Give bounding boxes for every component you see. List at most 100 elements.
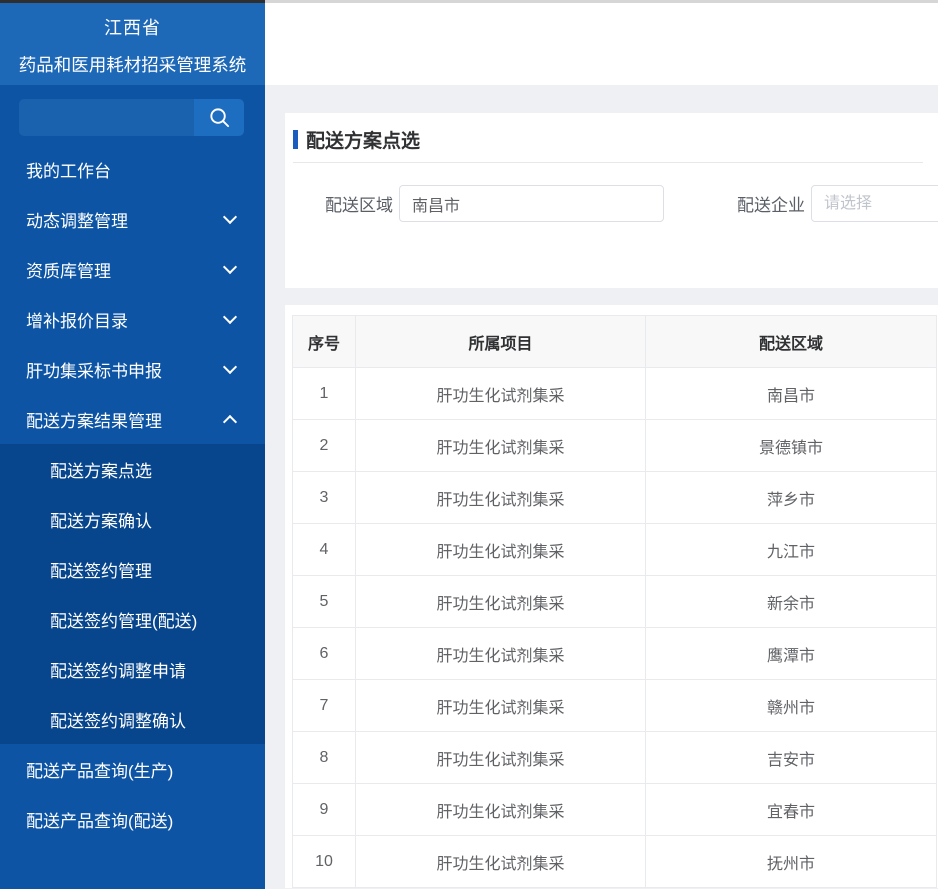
chevron-down-icon (223, 209, 237, 223)
sidebar-subitem-label: 配送签约调整确认 (50, 707, 186, 732)
sidebar-item[interactable]: 增补报价目录 (0, 294, 265, 344)
table-row[interactable]: 8肝功生化试剂集采吉安市 (293, 732, 937, 784)
table-cell: 4 (293, 524, 356, 576)
sidebar-item-label: 配送方案结果管理 (26, 407, 162, 432)
main-area: 配送方案点选 配送区域 配送企业 序号所属项目配送区域 (265, 0, 938, 889)
table-row[interactable]: 1肝功生化试剂集采南昌市 (293, 368, 937, 420)
table-column-header: 配送区域 (646, 316, 937, 368)
table-cell: 肝功生化试剂集采 (356, 732, 646, 784)
sidebar-item[interactable]: 资质库管理 (0, 244, 265, 294)
table-cell: 新余市 (646, 576, 937, 628)
sidebar-search (19, 99, 244, 136)
table-header-row: 序号所属项目配送区域 (293, 316, 937, 368)
search-button[interactable] (194, 99, 244, 136)
top-header-bar (265, 0, 938, 85)
table-cell: 吉安市 (646, 732, 937, 784)
table-cell: 6 (293, 628, 356, 680)
search-input[interactable] (19, 99, 194, 136)
app-system-title: 药品和医用耗材招采管理系统 (0, 52, 265, 77)
sidebar-item-label: 配送产品查询(生产) (26, 757, 173, 782)
table-cell: 5 (293, 576, 356, 628)
table-cell: 宜春市 (646, 784, 937, 836)
table-row[interactable]: 3肝功生化试剂集采萍乡市 (293, 472, 937, 524)
table-body: 1肝功生化试剂集采南昌市2肝功生化试剂集采景德镇市3肝功生化试剂集采萍乡市4肝功… (293, 368, 937, 888)
results-table: 序号所属项目配送区域 1肝功生化试剂集采南昌市2肝功生化试剂集采景德镇市3肝功生… (292, 315, 937, 888)
content-area: 配送方案点选 配送区域 配送企业 序号所属项目配送区域 (265, 85, 938, 889)
delivery-region-input[interactable] (399, 185, 664, 222)
table-row[interactable]: 2肝功生化试剂集采景德镇市 (293, 420, 937, 472)
table-column-header: 序号 (293, 316, 356, 368)
page-title-row: 配送方案点选 (293, 124, 923, 154)
title-divider (293, 162, 923, 163)
app-logo: 江西省 药品和医用耗材招采管理系统 (0, 0, 265, 85)
sidebar-item-label: 动态调整管理 (26, 207, 128, 232)
chevron-up-icon (223, 414, 237, 428)
chevron-down-icon (223, 259, 237, 273)
table-cell: 3 (293, 472, 356, 524)
sidebar-subitem-label: 配送签约调整申请 (50, 657, 186, 682)
table-cell: 九江市 (646, 524, 937, 576)
table-column-header: 所属项目 (356, 316, 646, 368)
sidebar-menu: 我的工作台动态调整管理资质库管理增补报价目录肝功集采标书申报配送方案结果管理配送… (0, 144, 265, 889)
table-cell: 肝功生化试剂集采 (356, 368, 646, 420)
delivery-enterprise-label: 配送企业 (737, 191, 805, 216)
table-row[interactable]: 7肝功生化试剂集采赣州市 (293, 680, 937, 732)
sidebar-item[interactable]: 动态调整管理 (0, 194, 265, 244)
app-region-title: 江西省 (0, 14, 265, 40)
table-cell: 1 (293, 368, 356, 420)
sidebar-item-label: 肝功集采标书申报 (26, 357, 162, 382)
table-cell: 南昌市 (646, 368, 937, 420)
sidebar-item-label: 我的工作台 (26, 157, 111, 182)
sidebar-item-label: 资质库管理 (26, 257, 111, 282)
sidebar-item[interactable]: 配送产品查询(配送) (0, 794, 265, 844)
sidebar-subitem-label: 配送签约管理(配送) (50, 607, 197, 632)
chevron-down-icon (223, 359, 237, 373)
table-cell: 肝功生化试剂集采 (356, 524, 646, 576)
sidebar-subitem[interactable]: 配送签约管理 (0, 544, 265, 594)
sidebar-submenu: 配送方案点选配送方案确认配送签约管理配送签约管理(配送) 配送签约调整申请配送签约… (0, 444, 265, 744)
table-cell: 萍乡市 (646, 472, 937, 524)
page-title: 配送方案点选 (306, 126, 420, 153)
sidebar-item[interactable]: 肝功集采标书申报 (0, 344, 265, 394)
table-cell: 赣州市 (646, 680, 937, 732)
sidebar-item-label: 增补报价目录 (26, 307, 128, 332)
title-accent-bar (293, 130, 298, 149)
table-cell: 景德镇市 (646, 420, 937, 472)
sidebar-subitem-label: 配送方案确认 (50, 507, 152, 532)
table-cell: 肝功生化试剂集采 (356, 420, 646, 472)
table-cell: 肝功生化试剂集采 (356, 472, 646, 524)
table-cell: 肝功生化试剂集采 (356, 576, 646, 628)
table-cell: 肝功生化试剂集采 (356, 680, 646, 732)
table-cell: 肝功生化试剂集采 (356, 836, 646, 888)
table-cell: 7 (293, 680, 356, 732)
filter-panel: 配送方案点选 配送区域 配送企业 (285, 113, 938, 288)
table-cell: 8 (293, 732, 356, 784)
sidebar-item[interactable]: 配送产品查询(生产) (0, 744, 265, 794)
sidebar-subitem[interactable]: 配送方案确认 (0, 494, 265, 544)
table-cell: 肝功生化试剂集采 (356, 784, 646, 836)
table-cell: 9 (293, 784, 356, 836)
filter-row: 配送区域 配送企业 (293, 185, 923, 222)
table-row[interactable]: 6肝功生化试剂集采鹰潭市 (293, 628, 937, 680)
table-cell: 2 (293, 420, 356, 472)
table-row[interactable]: 5肝功生化试剂集采新余市 (293, 576, 937, 628)
sidebar-subitem-label: 配送签约管理 (50, 557, 152, 582)
sidebar-subitem[interactable]: 配送签约调整申请 (0, 644, 265, 694)
sidebar-subitem-label: 配送方案点选 (50, 457, 152, 482)
delivery-enterprise-select[interactable] (811, 185, 938, 222)
sidebar-subitem[interactable]: 配送签约调整确认 (0, 694, 265, 744)
app-window: 江西省 药品和医用耗材招采管理系统 我的工作台动态调整管理资质库管理增补报价目录… (0, 0, 938, 889)
sidebar-item[interactable]: 配送方案结果管理 (0, 394, 265, 444)
table-row[interactable]: 9肝功生化试剂集采宜春市 (293, 784, 937, 836)
sidebar-subitem[interactable]: 配送签约管理(配送) (0, 594, 265, 644)
table-cell: 肝功生化试剂集采 (356, 628, 646, 680)
table-cell: 10 (293, 836, 356, 888)
sidebar-subitem[interactable]: 配送方案点选 (0, 444, 265, 494)
results-panel: 序号所属项目配送区域 1肝功生化试剂集采南昌市2肝功生化试剂集采景德镇市3肝功生… (285, 305, 938, 888)
sidebar-item[interactable]: 我的工作台 (0, 144, 265, 194)
delivery-region-label: 配送区域 (325, 191, 393, 216)
table-row[interactable]: 4肝功生化试剂集采九江市 (293, 524, 937, 576)
sidebar-item-label: 配送产品查询(配送) (26, 807, 173, 832)
search-icon (208, 106, 231, 129)
table-row[interactable]: 10肝功生化试剂集采抚州市 (293, 836, 937, 888)
